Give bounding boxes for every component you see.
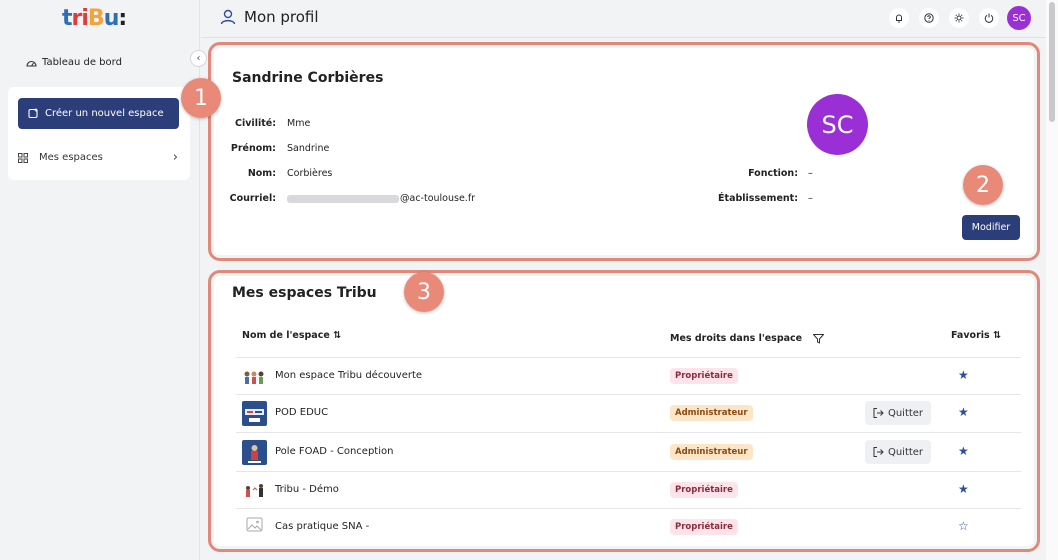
notifications-button[interactable] — [889, 8, 909, 28]
callout-3: 3 — [404, 272, 444, 312]
space-name[interactable]: Tribu - Démo — [275, 484, 339, 495]
space-name[interactable]: POD EDUC — [275, 407, 328, 418]
sort-icon[interactable]: ⇅ — [993, 330, 1001, 341]
nom-value: Corbières — [287, 168, 333, 179]
user-avatar[interactable]: SC — [1007, 6, 1031, 30]
role-badge: Administrateur — [670, 444, 753, 460]
favorite-star-icon[interactable]: ★ — [958, 405, 969, 419]
sidebar — [0, 0, 200, 560]
scrollbar[interactable] — [1046, 0, 1058, 560]
quit-space-button[interactable]: Quitter — [865, 401, 931, 425]
role-badge: Propriétaire — [670, 482, 738, 498]
quit-label: Quitter — [887, 446, 924, 458]
chevron-left-icon: ‹ — [196, 53, 201, 64]
prenom-label: Prénom: — [230, 143, 276, 154]
user-icon — [220, 9, 236, 25]
callout-1: 1 — [181, 78, 221, 118]
column-header-rights[interactable]: Mes droits dans l'espace — [670, 333, 826, 344]
spaces-title: Mes espaces Tribu — [232, 285, 377, 301]
column-header-name[interactable]: Nom de l'espace ⇅ — [242, 330, 341, 341]
dashboard-icon — [26, 60, 37, 67]
quit-space-button[interactable]: Quitter — [865, 440, 931, 464]
tribu-logo[interactable]: triBu: — [62, 6, 142, 34]
favorite-star-icon[interactable]: ★ — [958, 368, 969, 382]
space-thumbnail — [242, 364, 267, 389]
profile-name: Sandrine Corbières — [232, 70, 384, 86]
scrollbar-thumb[interactable] — [1049, 2, 1055, 122]
profile-avatar: SC — [807, 94, 868, 155]
filter-icon[interactable] — [812, 333, 826, 344]
space-name[interactable]: Cas pratique SNA - — [275, 521, 369, 532]
nom-label: Nom: — [247, 168, 276, 179]
civilite-value: Mme — [287, 118, 311, 129]
fonction-value: – — [808, 168, 813, 179]
collapse-sidebar-button[interactable]: ‹ — [190, 50, 207, 67]
table-row[interactable]: Mon espace Tribu découverte Propriétaire… — [236, 357, 1021, 394]
table-row[interactable]: Pole FOAD - Conception Administrateur Qu… — [236, 432, 1021, 471]
sidebar-item-my-spaces[interactable]: Mes espaces › — [18, 150, 178, 165]
role-badge: Propriétaire — [670, 368, 738, 384]
my-spaces-label: Mes espaces — [39, 152, 103, 163]
image-placeholder-icon — [246, 517, 263, 532]
etablissement-value: – — [808, 193, 813, 204]
table-row[interactable]: Tribu - Démo Propriétaire ★ — [236, 471, 1021, 508]
modify-profile-button[interactable]: Modifier — [962, 215, 1020, 240]
prenom-value: Sandrine — [287, 143, 330, 154]
courriel-label: Courriel: — [229, 193, 276, 204]
space-thumbnail — [242, 440, 267, 465]
dashboard-label: Tableau de bord — [42, 57, 122, 68]
bell-icon — [896, 14, 902, 23]
space-thumbnail — [242, 478, 267, 503]
dashboard-link[interactable]: Tableau de bord — [26, 57, 122, 68]
space-name[interactable]: Mon espace Tribu découverte — [275, 370, 422, 381]
column-header-favorites[interactable]: Favoris ⇅ — [951, 330, 1001, 341]
exit-icon — [873, 408, 884, 418]
favorite-star-outline-icon[interactable]: ☆ — [958, 519, 969, 533]
page-header: Mon profil — [220, 8, 319, 26]
table-row[interactable]: POD EDUC Administrateur Quitter ★ — [236, 394, 1021, 432]
page-title: Mon profil — [244, 8, 319, 26]
etablissement-label: Établissement: — [718, 193, 798, 204]
chevron-right-icon: › — [172, 150, 178, 165]
role-badge: Propriétaire — [670, 519, 738, 535]
logout-button[interactable] — [979, 8, 999, 28]
fonction-label: Fonction: — [748, 168, 798, 179]
theme-toggle-button[interactable] — [949, 8, 969, 28]
role-badge: Administrateur — [670, 405, 753, 421]
grid-icon — [18, 152, 28, 163]
table-row[interactable]: Cas pratique SNA - Propriétaire ☆ — [236, 508, 1021, 545]
help-icon — [924, 13, 934, 23]
add-space-icon — [28, 108, 38, 119]
exit-icon — [873, 447, 884, 457]
sun-icon — [954, 13, 964, 23]
create-space-label: Créer un nouvel espace — [45, 108, 164, 119]
favorite-star-icon[interactable]: ★ — [958, 444, 969, 458]
favorite-star-icon[interactable]: ★ — [958, 482, 969, 496]
quit-label: Quitter — [887, 407, 924, 419]
create-space-button[interactable]: Créer un nouvel espace — [18, 98, 179, 129]
space-name[interactable]: Pole FOAD - Conception — [275, 446, 393, 457]
space-thumbnail — [242, 401, 267, 426]
power-icon — [984, 13, 994, 23]
help-button[interactable] — [919, 8, 939, 28]
callout-2: 2 — [963, 165, 1003, 205]
redacted-email — [287, 194, 399, 203]
courriel-value: @ac-toulouse.fr — [287, 193, 475, 204]
sort-icon[interactable]: ⇅ — [333, 330, 341, 341]
civilite-label: Civilité: — [235, 118, 276, 129]
